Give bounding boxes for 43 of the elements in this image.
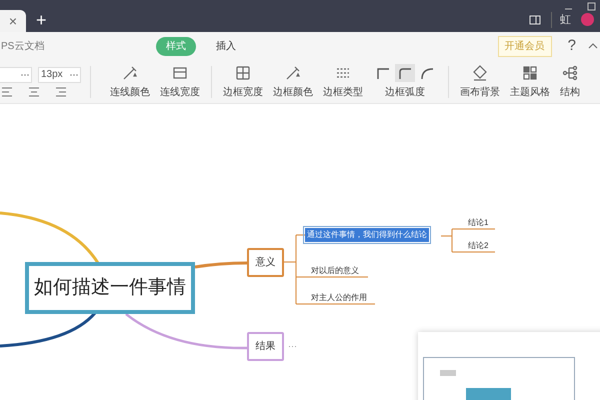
branch-line — [194, 262, 248, 268]
branch-node[interactable]: 意义 — [247, 248, 284, 277]
toolbar-button[interactable]: 边框颜色 — [268, 64, 318, 100]
topic-text[interactable]: 结论2 — [468, 240, 488, 252]
corner-style-button[interactable] — [395, 64, 415, 82]
close-tab-button[interactable]: × — [8, 10, 18, 32]
help-button[interactable]: ? — [568, 34, 576, 58]
font-family-field[interactable] — [0, 66, 32, 82]
topic-text[interactable]: 通过这件事情，我们得到什么结论 — [305, 228, 429, 242]
align-icon[interactable] — [54, 86, 66, 96]
toolbar-button[interactable]: 结构 — [555, 64, 585, 100]
menu-tab[interactable]: 插入 — [212, 36, 240, 56]
toolbar-button[interactable]: 画布背景 — [455, 64, 505, 100]
connector-line — [440, 228, 496, 252]
paint-bucket-icon — [471, 64, 489, 82]
toolbar-button[interactable]: 边框宽度 — [218, 64, 268, 100]
topic-text[interactable]: 结论1 — [468, 217, 488, 229]
browser-tab[interactable]: × — [0, 10, 26, 32]
new-tab-button[interactable]: + — [36, 11, 47, 29]
doc-label: PS云文档 — [1, 40, 44, 54]
toolbar-button[interactable]: 边框类型 — [318, 64, 368, 100]
toolbar-button[interactable]: 连线颜色 — [105, 64, 155, 100]
align-icon[interactable] — [28, 86, 40, 96]
user-name: 虹 — [551, 12, 571, 28]
topic-text[interactable]: 对主人公的作用 — [311, 292, 367, 304]
toolbar-label: 边框弧度 — [385, 86, 425, 100]
pen-icon — [284, 64, 302, 82]
toolbar-button[interactable]: 主题风格 — [505, 64, 555, 100]
pen-icon — [121, 64, 139, 82]
toolbar-button[interactable]: 连线宽度 — [155, 64, 205, 100]
collapse-icon[interactable] — [588, 42, 598, 50]
root-node[interactable]: 如何描述一件事情 — [25, 262, 195, 314]
border-grid-icon — [234, 64, 252, 82]
maximize-icon[interactable] — [587, 2, 596, 11]
structure-icon — [561, 64, 579, 82]
collapsed-marker[interactable]: ··· — [288, 340, 297, 354]
minimap-node — [440, 370, 456, 376]
topic-text[interactable]: 对以后的意义 — [311, 265, 359, 277]
font-size-field[interactable]: 13px — [38, 66, 81, 82]
window-icon[interactable] — [529, 14, 541, 26]
theme-blocks-icon — [521, 64, 539, 82]
align-icon[interactable] — [2, 86, 14, 96]
branch-node[interactable]: 结果 — [247, 332, 284, 361]
